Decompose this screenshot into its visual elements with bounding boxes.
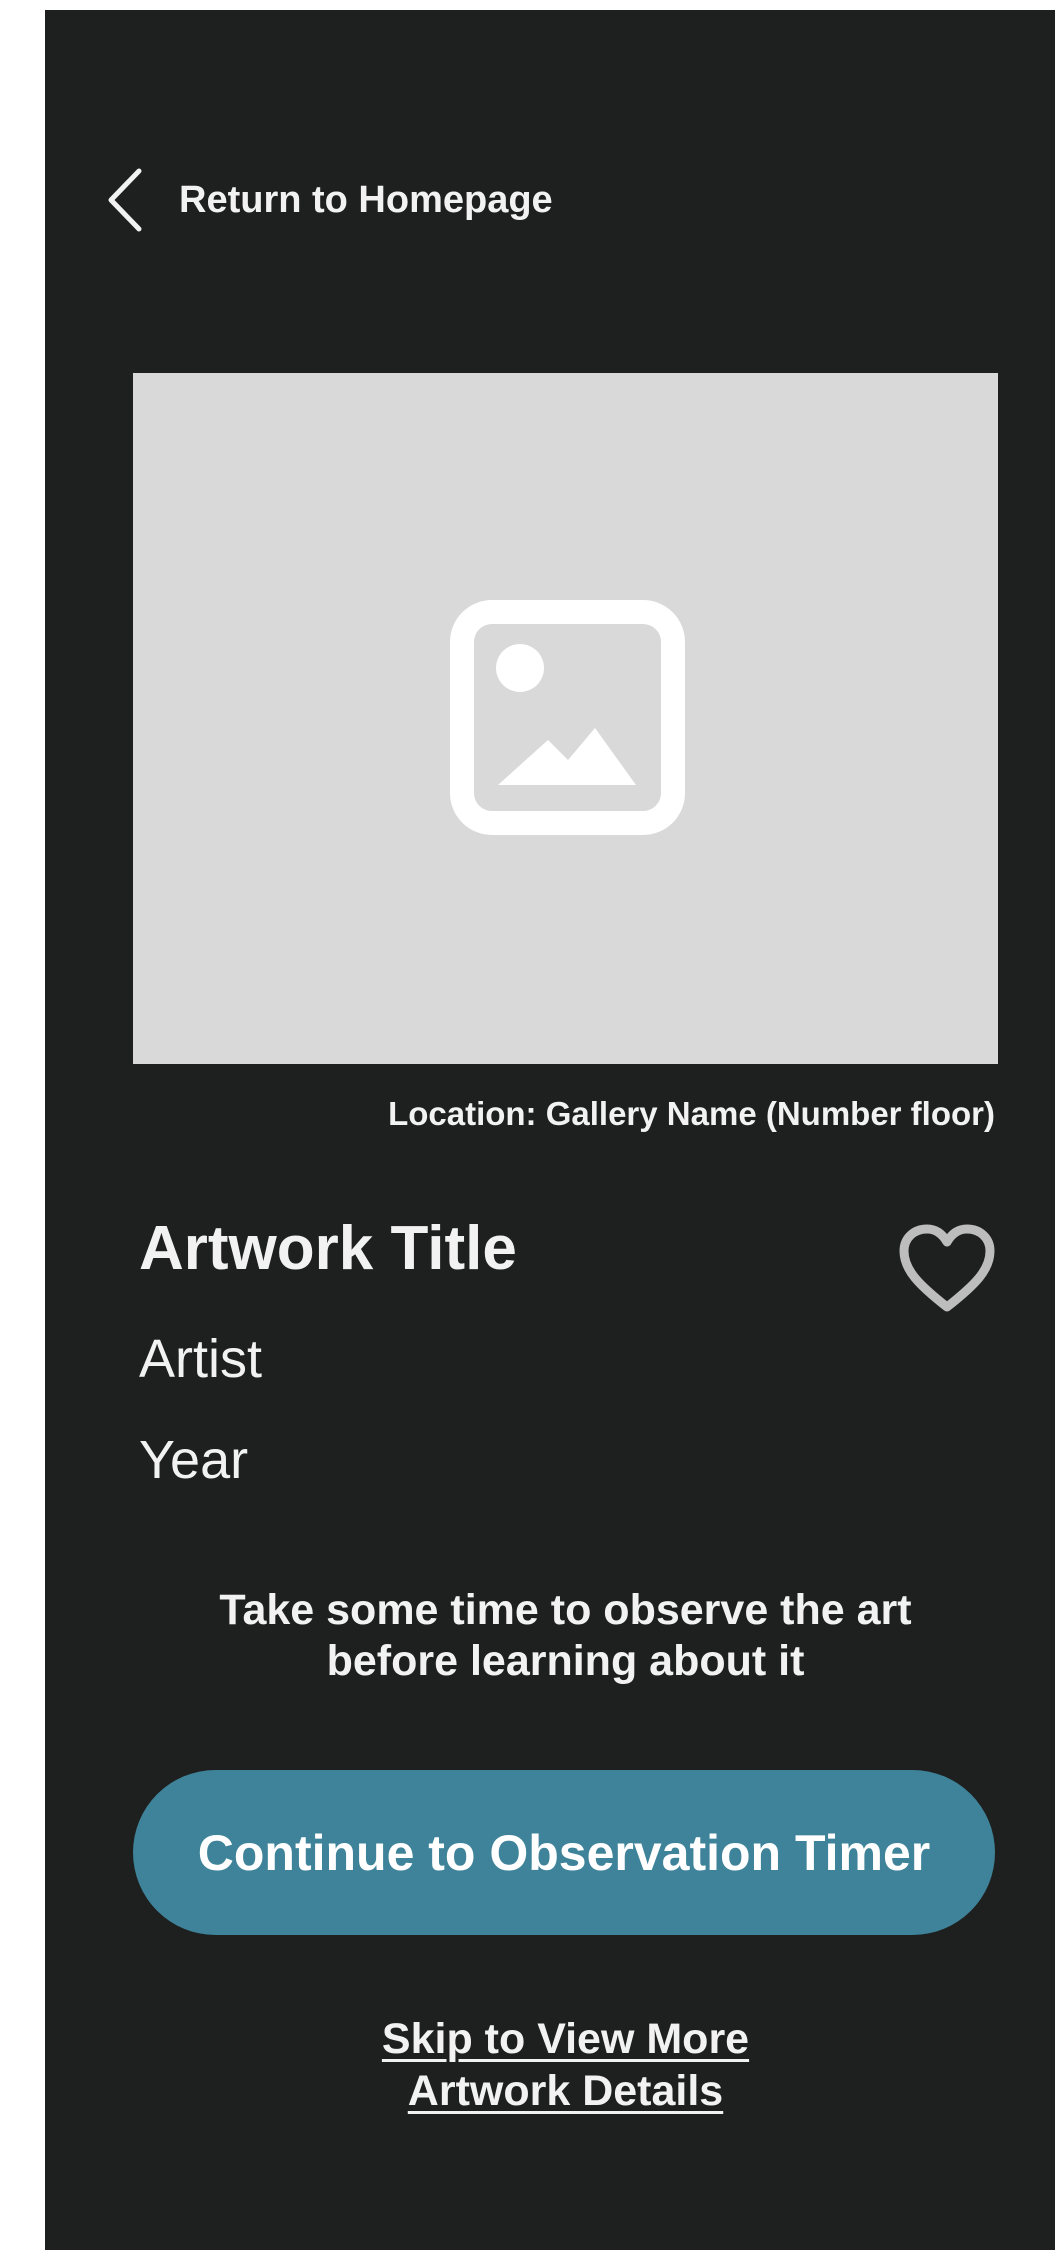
artwork-title: Artwork Title	[139, 1214, 517, 1283]
observation-prompt-line-1: Take some time to observe the art	[219, 1586, 912, 1634]
skip-link-line-2: Artwork Details	[407, 2067, 724, 2115]
image-placeholder-icon	[450, 600, 685, 835]
observation-prompt-line-2: before learning about it	[326, 1637, 805, 1685]
artwork-image	[133, 373, 998, 1064]
return-to-homepage-link[interactable]: Return to Homepage	[105, 160, 553, 240]
heart-icon[interactable]	[897, 1223, 997, 1315]
artwork-artist: Artist	[139, 1329, 263, 1389]
skip-link-line-1: Skip to View More	[381, 2015, 750, 2063]
artwork-location: Location: Gallery Name (Number floor)	[388, 1095, 995, 1132]
artwork-detail-screen: Return to Homepage Location: Gallery Nam…	[45, 10, 1055, 2250]
skip-to-artwork-details-link[interactable]: Skip to View More Artwork Details	[133, 2013, 998, 2117]
chevron-left-icon	[108, 168, 142, 232]
artwork-year: Year	[139, 1430, 249, 1490]
return-to-homepage-label: Return to Homepage	[179, 178, 553, 221]
observation-prompt: Take some time to observe the art before…	[133, 1585, 998, 1687]
continue-to-observation-timer-button[interactable]: Continue to Observation Timer	[133, 1770, 995, 1935]
